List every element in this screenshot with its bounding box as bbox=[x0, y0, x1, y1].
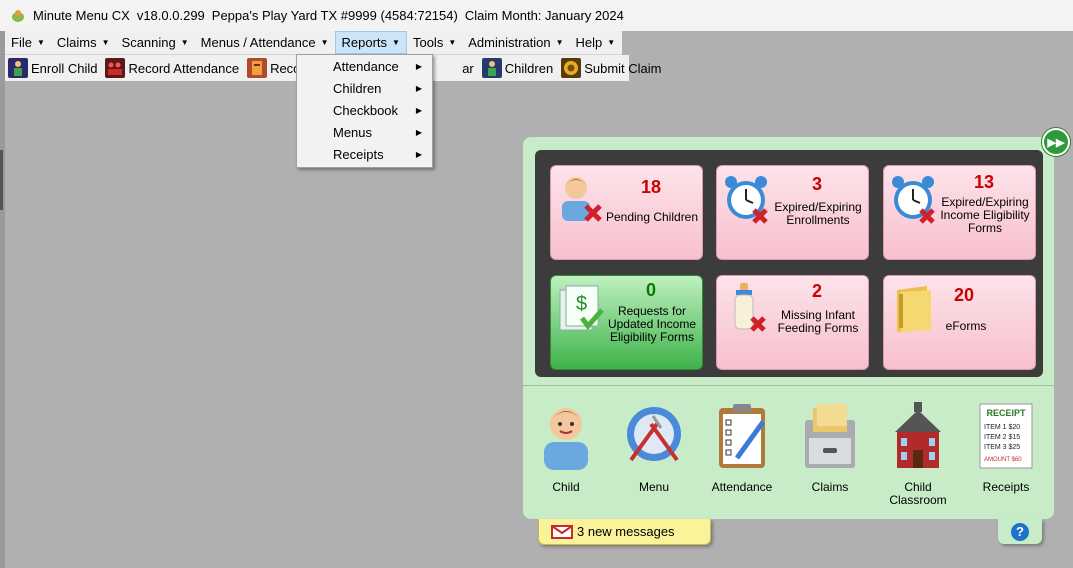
reports-menu-item-menus[interactable]: Menus ▶ bbox=[297, 121, 432, 143]
provider-location: Peppa's Play Yard TX #9999 (4584:72154) bbox=[211, 8, 458, 23]
reports-menu-item-receipts[interactable]: Receipts ▶ bbox=[297, 143, 432, 165]
tile-requests-income-forms[interactable]: $ 0 Requests for Updated Income Eligibil… bbox=[550, 275, 703, 370]
pending-child-icon bbox=[562, 177, 602, 222]
attendance-people-icon bbox=[105, 58, 126, 78]
menu-file[interactable]: File ▼ bbox=[5, 31, 51, 54]
reports-menu-item-attendance[interactable]: Attendance ▶ bbox=[297, 55, 432, 77]
chevron-right-icon: ▶ bbox=[415, 61, 422, 71]
calendar-button-partial[interactable]: ar bbox=[462, 61, 474, 76]
receipt-icon: RECEIPT ITEM 1 $20 ITEM 2 $15 ITEM 3 $25… bbox=[979, 403, 1033, 469]
messages-label: 3 new messages bbox=[577, 524, 675, 539]
svg-text:ITEM 1 $20: ITEM 1 $20 bbox=[984, 424, 1020, 431]
chevron-down-icon: ▼ bbox=[36, 38, 45, 47]
chevron-down-icon: ▼ bbox=[101, 38, 110, 47]
svg-text:ITEM 3 $25: ITEM 3 $25 bbox=[984, 444, 1020, 451]
chevron-right-icon: ▶ bbox=[415, 105, 422, 115]
tile-expired-income-forms[interactable]: 13 Expired/Expiring Income Eligibility F… bbox=[883, 165, 1036, 260]
chevron-right-icon: ▶ bbox=[415, 127, 422, 137]
chevron-right-icon: ▶ bbox=[415, 149, 422, 159]
help-icon: ? bbox=[1011, 522, 1029, 541]
svg-text:ITEM 2 $15: ITEM 2 $15 bbox=[984, 434, 1020, 441]
menu-bar: File ▼ Claims ▼ Scanning ▼ Menus / Attendan… bbox=[5, 31, 622, 55]
dollar-document-icon: $ bbox=[559, 285, 604, 331]
tile-eforms[interactable]: 20 eForms bbox=[883, 275, 1036, 370]
menu-tools[interactable]: Tools ▼ bbox=[407, 31, 462, 54]
menu-administration[interactable]: Administration ▼ bbox=[462, 31, 569, 54]
chevron-down-icon: ▼ bbox=[320, 38, 329, 47]
tile-pending-children[interactable]: 18 Pending Children bbox=[550, 165, 703, 260]
child-icon bbox=[544, 408, 588, 470]
svg-text:RECEIPT: RECEIPT bbox=[986, 408, 1026, 418]
chevron-down-icon: ▼ bbox=[180, 38, 189, 47]
enroll-child-icon bbox=[8, 58, 28, 78]
app-logo-icon bbox=[10, 8, 26, 24]
schoolhouse-icon bbox=[895, 402, 941, 468]
left-edge-marker bbox=[0, 150, 3, 210]
submit-claim-icon bbox=[561, 58, 582, 78]
app-name: Minute Menu CX bbox=[33, 8, 130, 23]
chevron-down-icon: ▼ bbox=[555, 38, 564, 47]
messages-notice[interactable]: 3 new messages bbox=[538, 519, 711, 545]
menu-scanning[interactable]: Scanning ▼ bbox=[116, 31, 195, 54]
baby-bottle-icon bbox=[734, 282, 766, 332]
nav-receipts[interactable]: RECEIPT ITEM 1 $20 ITEM 2 $15 ITEM 3 $25… bbox=[971, 402, 1041, 502]
title-bar: Minute Menu CX v18.0.0.299 Peppa's Play … bbox=[0, 0, 1073, 31]
left-edge bbox=[0, 31, 5, 568]
children-button[interactable]: Children bbox=[481, 58, 553, 78]
nav-child[interactable]: Child bbox=[531, 402, 601, 502]
reports-dropdown-menu: Attendance ▶ Children ▶ Checkbook ▶ Menus ▶ … bbox=[296, 54, 433, 168]
plate-fork-knife-icon bbox=[627, 407, 681, 462]
reports-menu-item-checkbook[interactable]: Checkbook ▶ bbox=[297, 99, 432, 121]
file-cabinet-icon bbox=[805, 404, 855, 468]
tile-missing-infant-forms[interactable]: 2 Missing Infant Feeding Forms bbox=[716, 275, 869, 370]
clipboard-checklist-icon bbox=[719, 404, 766, 468]
chevron-down-icon: ▼ bbox=[607, 38, 616, 47]
nav-child-classroom[interactable]: Child Classroom bbox=[883, 402, 953, 507]
nav-menu[interactable]: Menu bbox=[619, 402, 689, 502]
chevron-down-icon: ▼ bbox=[448, 38, 457, 47]
app-version: v18.0.0.299 bbox=[136, 8, 205, 23]
enroll-child-button[interactable]: Enroll Child bbox=[8, 58, 97, 78]
help-button[interactable]: ? bbox=[998, 519, 1042, 544]
nav-attendance[interactable]: Attendance bbox=[707, 402, 777, 502]
chevron-down-icon: ▼ bbox=[392, 38, 400, 47]
folder-icon bbox=[897, 286, 931, 332]
panel-divider bbox=[523, 385, 1054, 386]
alarm-clock-icon bbox=[892, 176, 935, 224]
menu-help[interactable]: Help ▼ bbox=[570, 31, 622, 54]
menu-claims[interactable]: Claims ▼ bbox=[51, 31, 116, 54]
submit-claim-button[interactable]: Submit Claim bbox=[561, 58, 661, 78]
record-menu-icon bbox=[247, 58, 268, 78]
claim-month: Claim Month: January 2024 bbox=[464, 8, 624, 23]
alarm-clock-icon bbox=[725, 176, 768, 224]
svg-text:$: $ bbox=[576, 293, 587, 315]
chevron-right-icon: ▶ bbox=[415, 83, 422, 93]
record-attendance-button[interactable]: Record Attendance bbox=[105, 58, 239, 78]
svg-text:AMOUNT $60: AMOUNT $60 bbox=[984, 457, 1022, 463]
children-icon bbox=[481, 58, 502, 78]
reports-menu-item-children[interactable]: Children ▶ bbox=[297, 77, 432, 99]
nav-claims[interactable]: Claims bbox=[795, 402, 865, 502]
tile-expired-enrollments[interactable]: 3 Expired/Expiring Enrollments bbox=[716, 165, 869, 260]
menu-menus-attendance[interactable]: Menus / Attendance ▼ bbox=[195, 31, 335, 54]
envelope-icon bbox=[551, 524, 573, 539]
fast-forward-icon[interactable]: ▶▶ bbox=[1042, 128, 1070, 156]
menu-reports[interactable]: Reports ▼ bbox=[334, 31, 407, 54]
